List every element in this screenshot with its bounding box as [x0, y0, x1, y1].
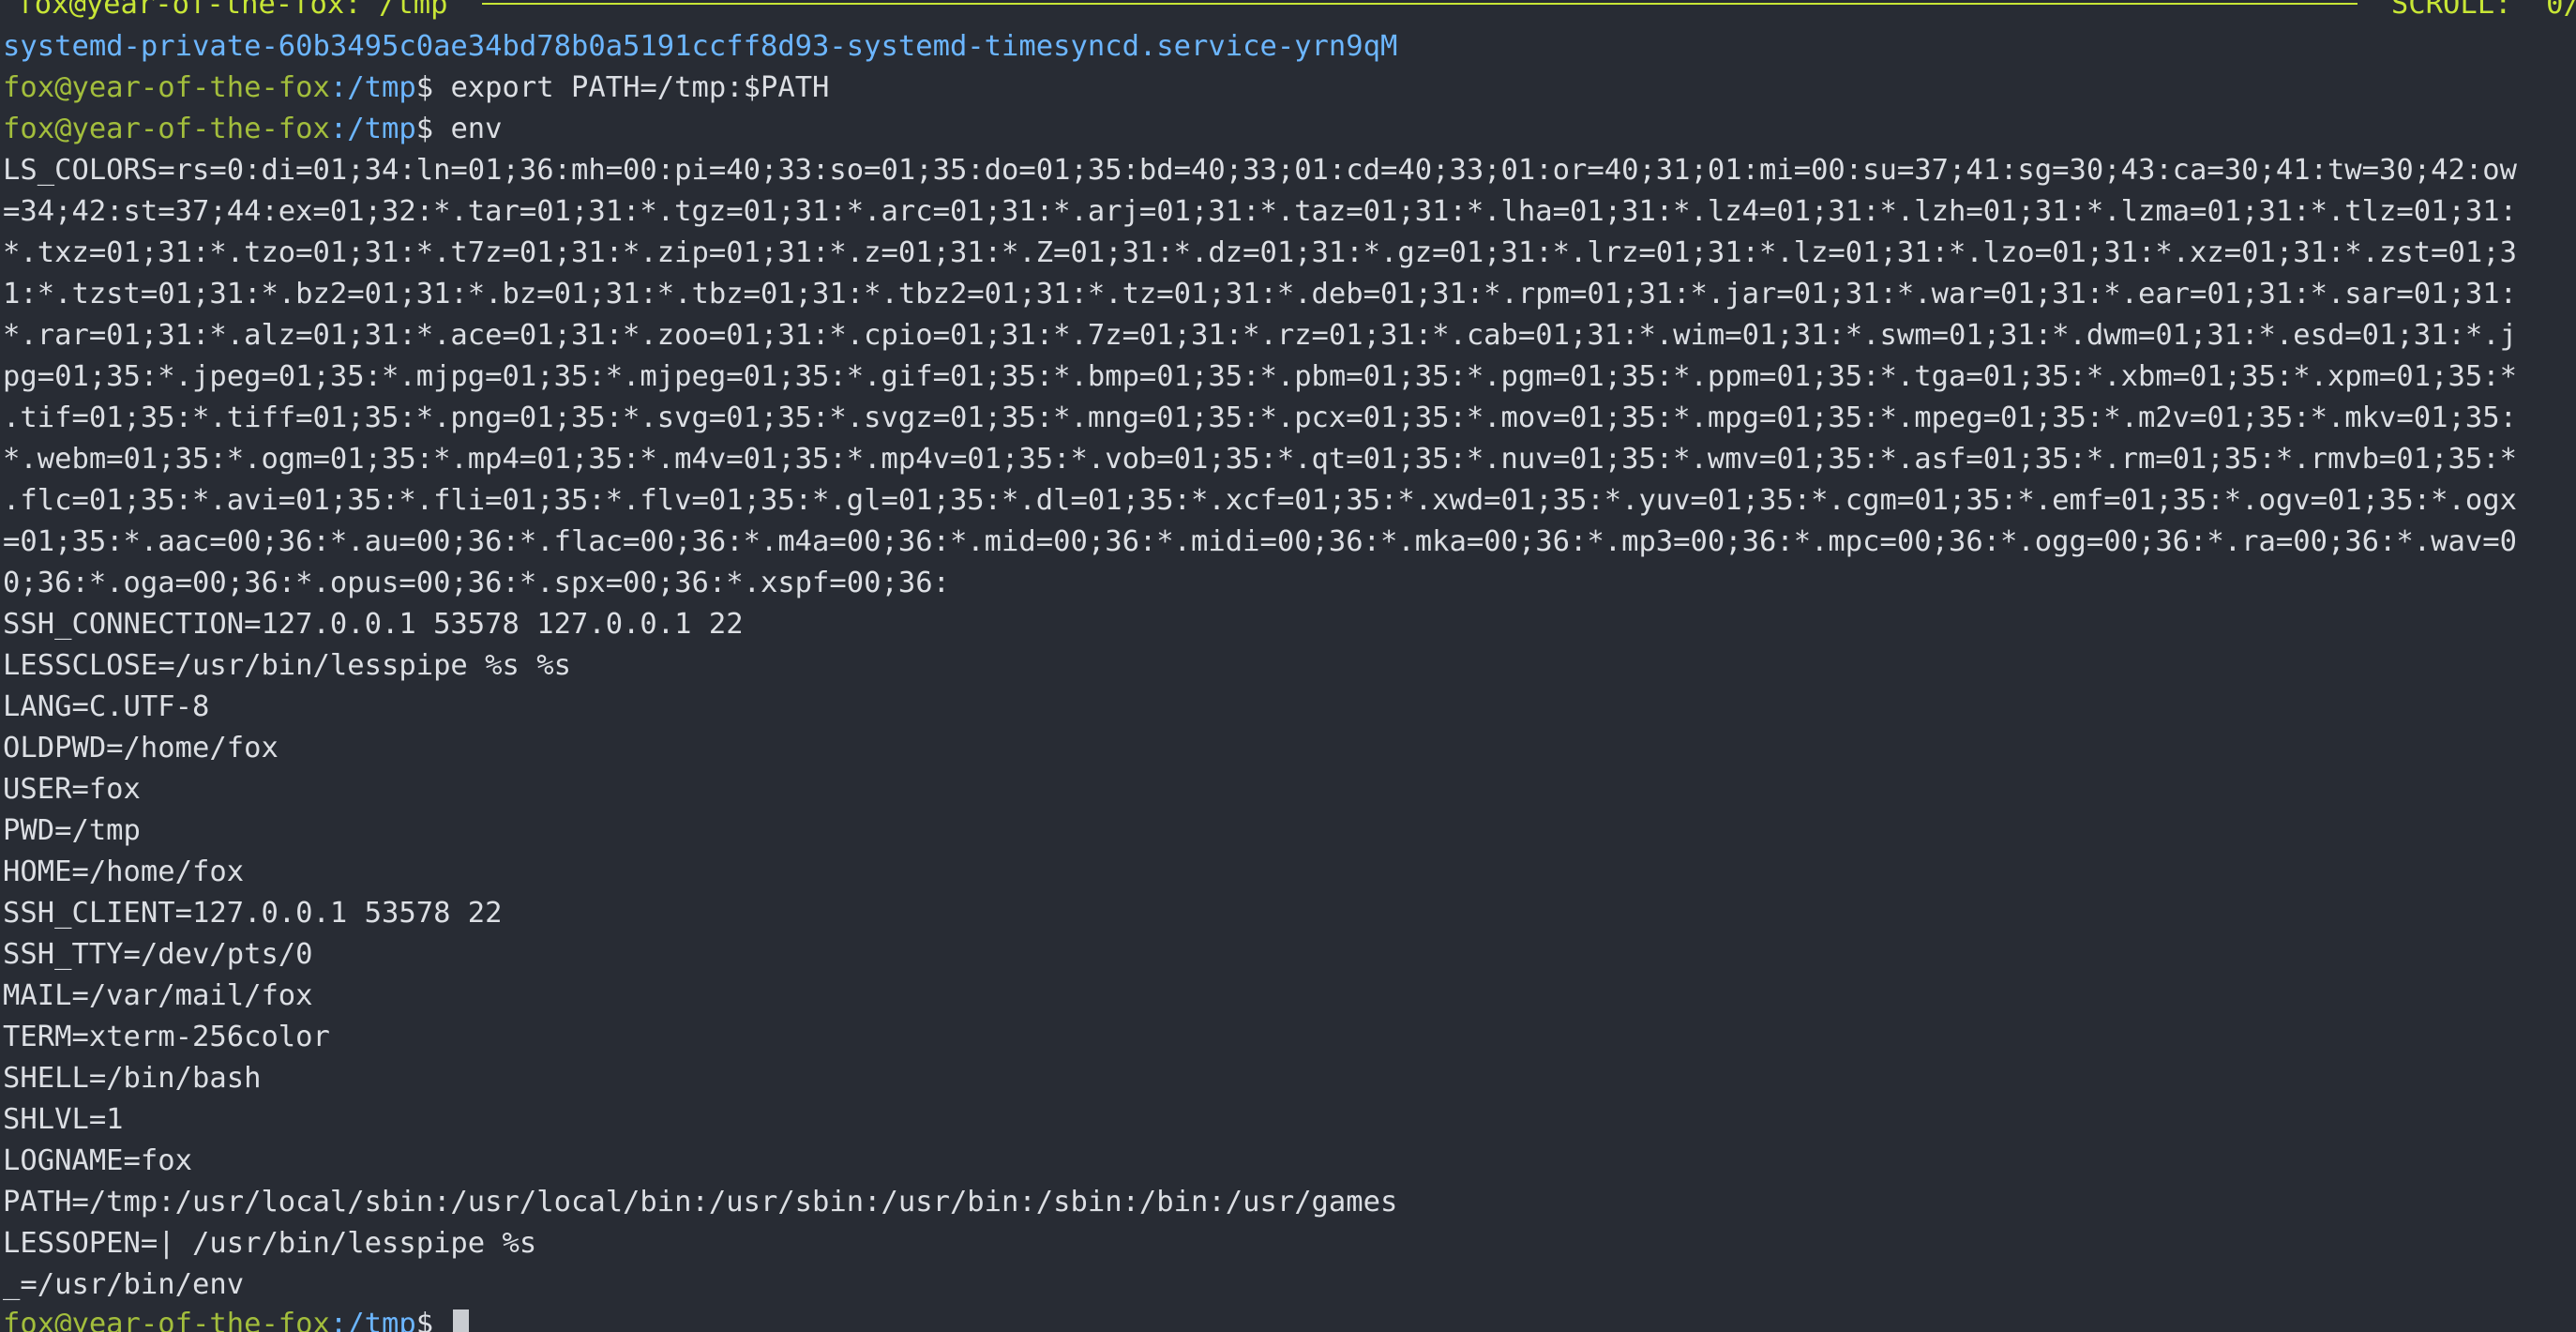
env-line: _=/usr/bin/env: [3, 1268, 245, 1301]
env-line: USER=fox: [3, 773, 141, 806]
output-line: *.rar=01;31:*.alz=01;31:*.ace=01;31:*.zo…: [3, 319, 2517, 352]
output-line: LS_COLORS=rs=0:di=01;34:ln=01;36:mh=00:p…: [3, 154, 2517, 187]
scroll-indicator: SCROLL: 0/194: [2390, 0, 2576, 21]
command-text: $ export PATH=/tmp:$PATH: [415, 71, 830, 104]
env-line: OLDPWD=/home/fox: [3, 732, 279, 764]
env-line: SSH_TTY=/dev/pts/0: [3, 938, 313, 971]
terminal-output: systemd-private-60b3495c0ae34bd78b0a5191…: [3, 26, 2576, 1306]
active-prompt-line[interactable]: fox@year-of-the-fox:/tmp$: [3, 1304, 470, 1332]
prompt-user: fox@year-of-the-fox: [3, 71, 330, 104]
env-line: TERM=xterm-256color: [3, 1021, 330, 1053]
terminal-status-bar: fox@year-of-the-fox: /tmp SCROLL: 0/194: [0, 0, 2576, 24]
env-line: LESSCLOSE=/usr/bin/lesspipe %s %s: [3, 649, 571, 682]
text-cursor: [453, 1309, 470, 1332]
output-line: =01;35:*.aac=00;36:*.au=00;36:*.flac=00;…: [3, 525, 2517, 558]
env-line: LANG=C.UTF-8: [3, 690, 210, 723]
env-line: MAIL=/var/mail/fox: [3, 979, 313, 1012]
output-line: 1:*.tzst=01;31:*.bz2=01;31:*.bz=01;31:*.…: [3, 278, 2517, 310]
env-line: HOME=/home/fox: [3, 855, 245, 888]
prompt-line: fox@year-of-the-fox:/tmp$ export PATH=/t…: [3, 68, 2576, 109]
output-line: .tif=01;35:*.tiff=01;35:*.png=01;35:*.sv…: [3, 401, 2517, 434]
env-line: SSH_CLIENT=127.0.0.1 53578 22: [3, 897, 503, 930]
output-line: *.txz=01;31:*.tzo=01;31:*.t7z=01;31:*.zi…: [3, 236, 2517, 269]
env-line: SHLVL=1: [3, 1103, 124, 1136]
env-line: LOGNAME=fox: [3, 1144, 192, 1177]
window-title: fox@year-of-the-fox: /tmp: [0, 0, 465, 21]
env-line: PWD=/tmp: [3, 814, 141, 847]
command-text: $: [415, 1308, 451, 1332]
env-line: SHELL=/bin/bash: [3, 1062, 262, 1095]
command-text: $ env: [415, 113, 503, 145]
output-line: 0;36:*.oga=00;36:*.opus=00;36:*.spx=00;3…: [3, 567, 950, 599]
output-line: *.webm=01;35:*.ogm=01;35:*.mp4=01;35:*.m…: [3, 443, 2517, 476]
prompt-path: :/tmp: [329, 1308, 416, 1332]
prompt-path: :/tmp: [329, 113, 416, 145]
prompt-user: fox@year-of-the-fox: [3, 113, 330, 145]
prompt-user: fox@year-of-the-fox: [3, 1308, 330, 1332]
terminal-window[interactable]: fox@year-of-the-fox: /tmp SCROLL: 0/194 …: [0, 0, 2576, 1332]
output-line: .flc=01;35:*.avi=01;35:*.fli=01;35:*.flv…: [3, 484, 2517, 517]
env-line: LESSOPEN=| /usr/bin/lesspipe %s: [3, 1227, 537, 1260]
prompt-path: :/tmp: [329, 71, 416, 104]
prompt-line: fox@year-of-the-fox:/tmp$ env: [3, 109, 2576, 150]
title-rule: [481, 3, 2358, 5]
env-line: SSH_CONNECTION=127.0.0.1 53578 127.0.0.1…: [3, 608, 744, 641]
output-line: systemd-private-60b3495c0ae34bd78b0a5191…: [3, 30, 1398, 63]
output-line: =34;42:st=37;44:ex=01;32:*.tar=01;31:*.t…: [3, 195, 2517, 228]
output-line: pg=01;35:*.jpeg=01;35:*.mjpg=01;35:*.mjp…: [3, 360, 2517, 393]
env-line: PATH=/tmp:/usr/local/sbin:/usr/local/bin…: [3, 1186, 1398, 1218]
